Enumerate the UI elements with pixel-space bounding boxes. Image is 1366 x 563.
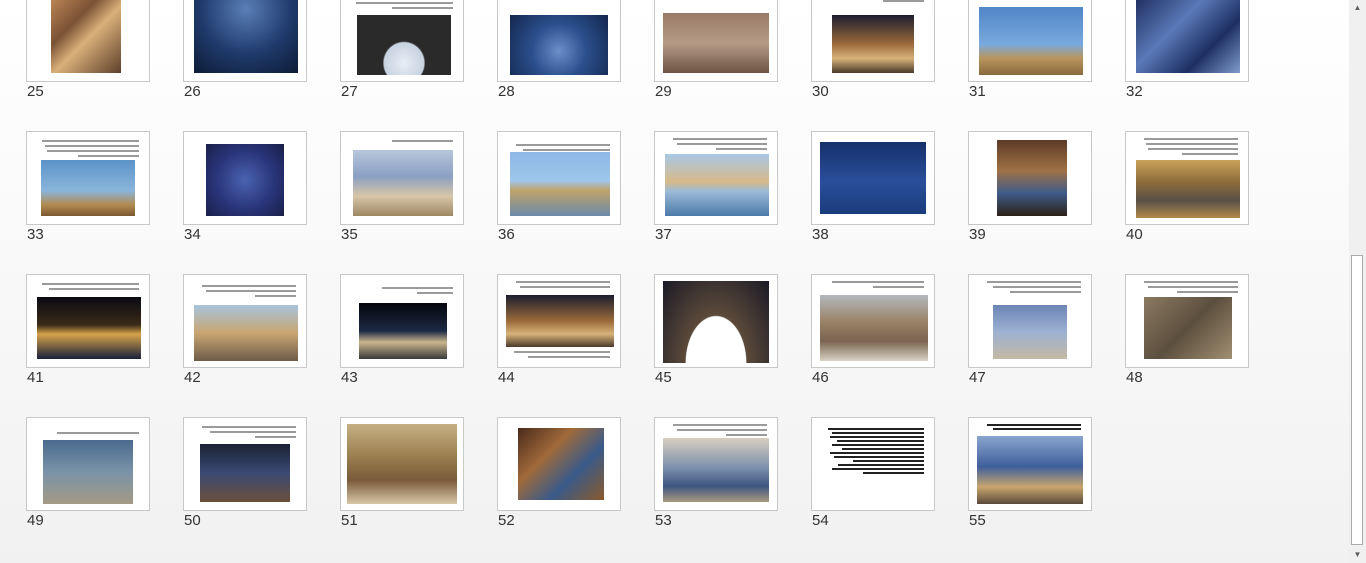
scroll-down-icon[interactable]: ▼ xyxy=(1349,547,1366,563)
slide-thumbnail[interactable]: 53 xyxy=(654,417,778,529)
slide-thumbnail[interactable]: 48 xyxy=(1125,274,1249,386)
slide-number: 43 xyxy=(341,369,358,386)
slide-thumbnail[interactable]: 42 xyxy=(183,274,307,386)
slide-thumbnail[interactable]: 36 xyxy=(497,131,621,243)
slide-preview xyxy=(654,131,778,225)
scroll-up-icon[interactable]: ▲ xyxy=(1349,0,1366,16)
slide-thumbnail[interactable]: 33 xyxy=(26,131,150,243)
slide-preview xyxy=(1125,274,1249,368)
slide-number: 32 xyxy=(1126,83,1143,100)
slide-thumbnail[interactable]: 32 xyxy=(1125,0,1249,100)
slide-preview xyxy=(654,274,778,368)
slide-thumbnail[interactable]: 41 xyxy=(26,274,150,386)
slide-number: 27 xyxy=(341,83,358,100)
slide-thumbnail[interactable]: 29 xyxy=(654,0,778,100)
slide-number: 53 xyxy=(655,512,672,529)
slide-thumbnail[interactable]: 54 xyxy=(811,417,935,529)
slide-preview xyxy=(811,274,935,368)
slide-number: 31 xyxy=(969,83,986,100)
slide-number: 40 xyxy=(1126,226,1143,243)
slide-thumbnail[interactable]: 45 xyxy=(654,274,778,386)
slide-thumbnail[interactable]: 39 xyxy=(968,131,1092,243)
slide-preview xyxy=(340,274,464,368)
slide-thumbnail[interactable]: 38 xyxy=(811,131,935,243)
slide-thumbnail[interactable]: 28 xyxy=(497,0,621,100)
slide-number: 50 xyxy=(184,512,201,529)
slide-number: 52 xyxy=(498,512,515,529)
slide-thumbnail[interactable]: 26 xyxy=(183,0,307,100)
slide-preview xyxy=(183,0,307,82)
slide-preview xyxy=(497,417,621,511)
slide-number: 51 xyxy=(341,512,358,529)
slide-thumbnail[interactable]: 30 xyxy=(811,0,935,100)
slide-number: 35 xyxy=(341,226,358,243)
slide-thumbnail[interactable]: 51 xyxy=(340,417,464,529)
slide-preview xyxy=(968,0,1092,82)
vertical-scrollbar[interactable]: ▲ ▼ xyxy=(1349,0,1366,563)
slide-preview xyxy=(811,417,935,511)
slide-thumbnail[interactable]: 43 xyxy=(340,274,464,386)
slide-thumbnail[interactable]: 40 xyxy=(1125,131,1249,243)
scrollbar-thumb[interactable] xyxy=(1351,255,1363,545)
slide-number: 39 xyxy=(969,226,986,243)
slide-number: 45 xyxy=(655,369,672,386)
slide-thumbnail[interactable]: 31 xyxy=(968,0,1092,100)
slide-preview xyxy=(183,131,307,225)
slide-number: 38 xyxy=(812,226,829,243)
slide-preview xyxy=(811,131,935,225)
slide-thumbnail[interactable]: 46 xyxy=(811,274,935,386)
slide-preview xyxy=(968,131,1092,225)
slide-thumbnail[interactable]: 55 xyxy=(968,417,1092,529)
slide-thumbnail[interactable]: 47 xyxy=(968,274,1092,386)
slide-number: 37 xyxy=(655,226,672,243)
slide-preview xyxy=(968,274,1092,368)
slide-number: 36 xyxy=(498,226,515,243)
slide-number: 54 xyxy=(812,512,829,529)
slide-preview xyxy=(26,0,150,82)
slide-number: 44 xyxy=(498,369,515,386)
slide-preview xyxy=(497,274,621,368)
slide-thumbnail[interactable]: 35 xyxy=(340,131,464,243)
slide-number: 49 xyxy=(27,512,44,529)
slide-number: 48 xyxy=(1126,369,1143,386)
slide-preview xyxy=(654,417,778,511)
slide-preview xyxy=(497,131,621,225)
slide-thumbnail[interactable]: 52 xyxy=(497,417,621,529)
slide-number: 25 xyxy=(27,83,44,100)
slide-preview xyxy=(183,417,307,511)
slide-preview xyxy=(654,0,778,82)
slide-number: 34 xyxy=(184,226,201,243)
slide-preview xyxy=(968,417,1092,511)
slide-number: 55 xyxy=(969,512,986,529)
slide-sorter: 25 26 27 28 29 30 31 32 33 34 35 36 37 3… xyxy=(0,0,1348,563)
slide-number: 28 xyxy=(498,83,515,100)
slide-preview xyxy=(26,417,150,511)
slide-preview xyxy=(26,274,150,368)
slide-number: 41 xyxy=(27,369,44,386)
slide-preview xyxy=(811,0,935,82)
slide-thumbnail[interactable]: 49 xyxy=(26,417,150,529)
slide-number: 33 xyxy=(27,226,44,243)
slide-thumbnail[interactable]: 44 xyxy=(497,274,621,386)
slide-preview xyxy=(340,417,464,511)
slide-thumbnail[interactable]: 34 xyxy=(183,131,307,243)
slide-preview xyxy=(26,131,150,225)
slide-preview xyxy=(340,131,464,225)
slide-preview xyxy=(497,0,621,82)
slide-preview xyxy=(1125,0,1249,82)
slide-preview xyxy=(183,274,307,368)
slide-thumbnail[interactable]: 25 xyxy=(26,0,150,100)
slide-thumbnail[interactable]: 37 xyxy=(654,131,778,243)
slide-number: 26 xyxy=(184,83,201,100)
slide-number: 47 xyxy=(969,369,986,386)
slide-thumbnail[interactable]: 50 xyxy=(183,417,307,529)
slide-number: 42 xyxy=(184,369,201,386)
slide-number: 30 xyxy=(812,83,829,100)
slide-number: 46 xyxy=(812,369,829,386)
slide-preview xyxy=(1125,131,1249,225)
slide-thumbnail[interactable]: 27 xyxy=(340,0,464,100)
slide-number: 29 xyxy=(655,83,672,100)
slide-preview xyxy=(340,0,464,82)
